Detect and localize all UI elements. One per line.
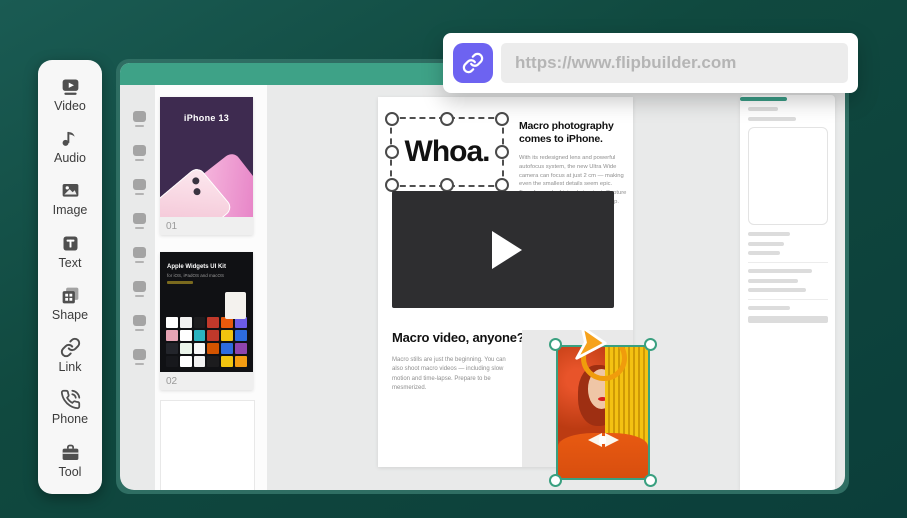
chain-link-icon (462, 52, 484, 74)
audio-icon (59, 128, 80, 149)
element-toolbar: Video Audio Image Text Shape Link Phone Tool (38, 60, 102, 494)
page-strip-item[interactable] (133, 349, 146, 365)
selected-text-block[interactable]: Whoa. (390, 117, 504, 187)
macro-photo-heading: Macro photography comes to iPhone. (519, 120, 627, 146)
widget-tile-grid (166, 317, 247, 367)
page-accent-bar (740, 97, 787, 101)
shape-icon (60, 285, 81, 306)
url-input[interactable] (501, 43, 848, 83)
toolbar-item-label: Link (59, 361, 82, 374)
resize-handle[interactable] (644, 474, 657, 487)
page-strip-item[interactable] (133, 111, 146, 127)
image-icon (60, 180, 81, 201)
toolbar-item-link[interactable]: Link (59, 337, 82, 374)
thumbnail-1-image: iPhone 13 (160, 97, 253, 217)
cursor-arrow-icon (572, 325, 610, 363)
toolbar-item-label: Tool (59, 466, 82, 479)
macro-video-heading: Macro video, anyone? (392, 330, 525, 345)
skeleton-image-box (748, 127, 828, 225)
thumbnail-2-subtitle: for iOS, iPadOS and macOS (167, 273, 224, 278)
toolbar-item-audio[interactable]: Audio (54, 128, 86, 165)
selected-image[interactable] (556, 345, 650, 480)
toolbar-item-tool[interactable]: Tool (59, 442, 82, 479)
link-button[interactable] (453, 43, 493, 83)
macro-video-body: Macro stills are just the beginning. You… (392, 356, 514, 393)
page-strip-item[interactable] (133, 213, 146, 229)
play-icon (492, 231, 522, 269)
thumbnail-2-image: Apple Widgets UI Kit for iOS, iPadOS and… (160, 252, 253, 372)
tool-icon (60, 442, 81, 463)
toolbar-item-label: Audio (54, 152, 86, 165)
page-strip-item[interactable] (133, 281, 146, 297)
toolbar-item-shape[interactable]: Shape (52, 285, 88, 322)
page-strip (124, 85, 155, 490)
resize-handle[interactable] (549, 474, 562, 487)
widget-map-card (225, 292, 246, 319)
toolbar-item-image[interactable]: Image (53, 180, 88, 217)
page-strip-item[interactable] (133, 145, 146, 161)
text-icon (60, 233, 81, 254)
phone-icon (60, 389, 81, 410)
thumbnail-1-number: 01 (160, 221, 177, 232)
link-url-card (443, 33, 858, 93)
page-thumbnail-2[interactable]: Apple Widgets UI Kit for iOS, iPadOS and… (160, 252, 253, 390)
page-strip-item[interactable] (133, 315, 146, 331)
resize-handle[interactable] (549, 338, 562, 351)
thumbnail-2-title: Apple Widgets UI Kit (167, 264, 226, 270)
thumbnail-column: iPhone 13 01 Apple Widgets UI Kit for iO… (155, 85, 267, 490)
page-thumbnail-3[interactable] (160, 400, 255, 490)
toolbar-item-label: Video (54, 100, 86, 113)
page-strip-item[interactable] (133, 179, 146, 195)
page-thumbnail-1[interactable]: iPhone 13 01 (160, 97, 253, 235)
link-icon (60, 337, 81, 358)
toolbar-item-video[interactable]: Video (54, 76, 86, 113)
editor-canvas: iPhone 13 01 Apple Widgets UI Kit for iO… (120, 63, 845, 490)
next-page-preview[interactable] (740, 95, 835, 490)
whoa-text: Whoa. (405, 135, 490, 169)
toolbar-item-label: Text (59, 257, 82, 270)
toolbar-item-label: Image (53, 204, 88, 217)
video-player[interactable] (392, 191, 614, 308)
thumbnail-1-title: iPhone 13 (160, 113, 253, 123)
video-icon (60, 76, 81, 97)
toolbar-item-label: Shape (52, 309, 88, 322)
resize-handle[interactable] (644, 338, 657, 351)
thumbnail-2-number: 02 (160, 376, 177, 387)
toolbar-item-label: Phone (52, 413, 88, 426)
toolbar-item-phone[interactable]: Phone (52, 389, 88, 426)
portrait-image (558, 347, 648, 478)
toolbar-item-text[interactable]: Text (59, 233, 82, 270)
page-strip-item[interactable] (133, 247, 146, 263)
